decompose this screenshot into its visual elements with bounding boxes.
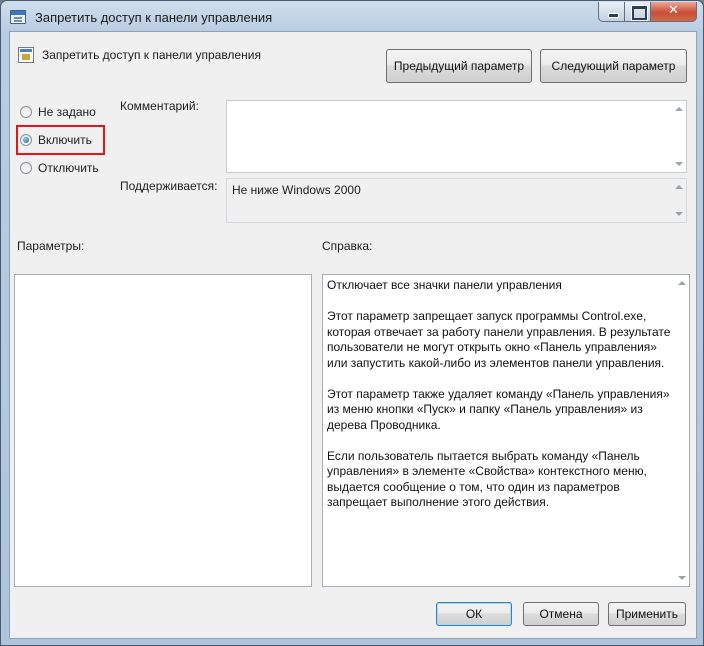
policy-dialog-window: Запретить доступ к панели управления Зап… [0, 0, 704, 646]
maximize-button[interactable] [625, 2, 651, 22]
help-panel: Отключает все значки панели управления Э… [322, 274, 690, 587]
next-setting-button[interactable]: Следующий параметр [540, 49, 687, 83]
cancel-button[interactable]: Отмена [523, 602, 599, 626]
caption-buttons [598, 2, 697, 23]
radio-not-configured[interactable]: Не задано [20, 105, 96, 119]
comment-label: Комментарий: [120, 99, 199, 113]
radio-not-configured-label: Не задано [38, 105, 96, 119]
scroll-up-arrow-icon[interactable] [675, 107, 683, 111]
supported-field: Не ниже Windows 2000 [226, 178, 687, 223]
scroll-down-arrow-icon[interactable] [675, 162, 683, 166]
help-scrollbar[interactable] [675, 275, 689, 586]
close-button[interactable] [651, 2, 697, 22]
setting-name: Запретить доступ к панели управления [42, 48, 261, 62]
window-title: Запретить доступ к панели управления [35, 10, 273, 25]
enabled-highlight-box [16, 125, 105, 155]
scroll-up-arrow-icon[interactable] [678, 281, 686, 285]
radio-not-configured-indicator[interactable] [20, 106, 32, 118]
apply-button[interactable]: Применить [608, 602, 686, 626]
options-label: Параметры: [17, 239, 85, 253]
minimize-button[interactable] [598, 2, 625, 22]
ok-button[interactable]: ОК [436, 602, 512, 626]
dialog-client-area: Запретить доступ к панели управления Пре… [9, 31, 697, 639]
help-text: Отключает все значки панели управления Э… [327, 278, 671, 509]
policy-window-icon [10, 10, 26, 24]
supported-label: Поддерживается: [120, 179, 218, 193]
scroll-down-arrow-icon[interactable] [675, 212, 683, 216]
scroll-down-arrow-icon[interactable] [678, 576, 686, 580]
comment-textarea[interactable] [226, 100, 687, 173]
policy-setting-icon [18, 47, 34, 63]
radio-disabled[interactable]: Отключить [20, 161, 99, 175]
scroll-up-arrow-icon[interactable] [675, 185, 683, 189]
help-label: Справка: [322, 239, 373, 253]
options-panel [14, 274, 312, 587]
comment-scrollbar[interactable] [672, 101, 686, 172]
supported-scrollbar[interactable] [672, 179, 686, 222]
title-bar[interactable]: Запретить доступ к панели управления [1, 1, 703, 35]
previous-setting-button[interactable]: Предыдущий параметр [386, 49, 532, 83]
radio-disabled-indicator[interactable] [20, 162, 32, 174]
radio-disabled-label: Отключить [38, 161, 99, 175]
supported-value: Не ниже Windows 2000 [232, 183, 361, 197]
